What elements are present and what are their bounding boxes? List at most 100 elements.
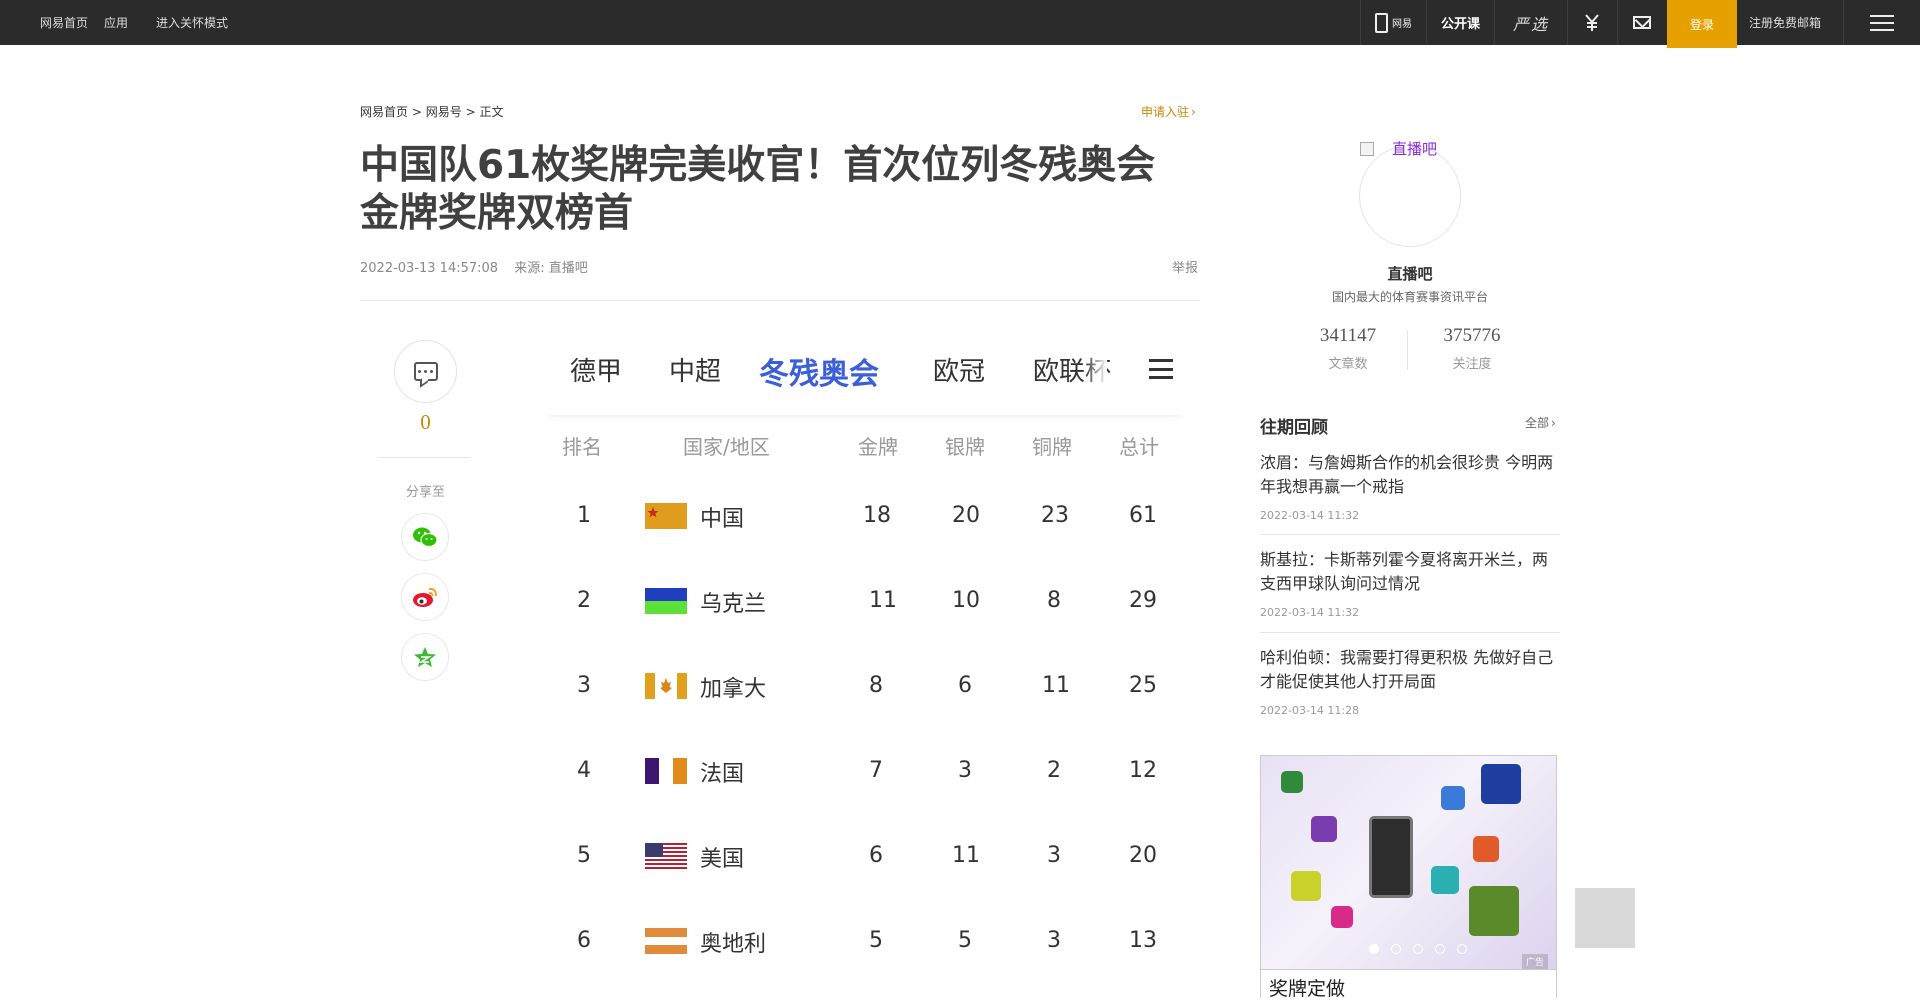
breadcrumb-separator: >: [465, 105, 476, 119]
news-divider: [1260, 632, 1560, 633]
mail-link[interactable]: [1616, 0, 1667, 45]
article-count-stat: 341147 文章数: [1283, 325, 1413, 372]
topbar-right: 网易 公开课 严选 登录 注册免费邮箱: [1359, 0, 1920, 48]
article-datetime: 2022-03-13 14:57:08: [360, 261, 499, 276]
carousel-dot[interactable]: [1391, 944, 1401, 954]
mobile-app-label: 网易: [1391, 19, 1412, 30]
author-avatar-alt[interactable]: 直播吧: [1360, 138, 1437, 159]
login-button[interactable]: 登录: [1666, 0, 1737, 48]
share-qzone-button[interactable]: [401, 633, 449, 681]
article-source[interactable]: 来源: 直播吧: [514, 261, 588, 276]
report-link[interactable]: 举报: [1172, 257, 1198, 276]
rank-cell: 5: [577, 843, 591, 868]
silver-cell: 20: [952, 503, 980, 528]
topbar-apps-link[interactable]: 应用: [104, 14, 128, 31]
yanxuan-label: 严选: [1512, 14, 1549, 34]
news-time: 2022-03-14 11:28: [1260, 704, 1360, 717]
app-icon: [1431, 866, 1459, 894]
article-title: 中国队61枚奖牌完美收官！首次位列冬残奥会金牌奖牌双榜首: [360, 143, 1156, 236]
menu-icon: [1149, 359, 1173, 379]
header-silver: 银牌: [945, 435, 985, 459]
header-total: 总计: [1119, 435, 1159, 459]
rank-cell: 6: [577, 928, 591, 953]
carousel-dot[interactable]: [1369, 944, 1379, 954]
ad-caption[interactable]: 奖牌定做: [1260, 970, 1557, 1000]
app-icon: [1281, 771, 1303, 793]
main-menu-button[interactable]: [1844, 0, 1920, 45]
total-cell: 13: [1129, 928, 1157, 953]
review-all-link[interactable]: 全部 ›: [1525, 414, 1556, 431]
total-cell: 25: [1129, 673, 1157, 698]
tab-ucl: 欧冠: [933, 357, 986, 387]
app-icon: [1331, 906, 1353, 928]
ad-banner[interactable]: 广告: [1260, 755, 1557, 970]
author-avatar[interactable]: [1359, 145, 1461, 247]
share-weibo-button[interactable]: [401, 573, 449, 621]
rank-cell: 1: [577, 503, 591, 528]
table-row: 5 美国 6 11 3 20: [545, 815, 1185, 900]
care-mode-link[interactable]: 进入关怀模式: [156, 14, 228, 31]
gold-cell: 7: [869, 758, 883, 783]
mobile-app-link[interactable]: 网易: [1359, 0, 1426, 45]
usa-flag-icon: [645, 843, 687, 869]
hamburger-icon: [1870, 14, 1894, 31]
yen-icon: [1585, 13, 1600, 31]
carousel-dot[interactable]: [1457, 944, 1467, 954]
comment-button[interactable]: [394, 340, 457, 403]
ukraine-flag-icon: [645, 588, 687, 614]
register-mail-link[interactable]: 注册免费邮箱: [1737, 0, 1844, 45]
bronze-cell: 3: [1047, 843, 1061, 868]
chevron-right-icon: ›: [1191, 105, 1196, 119]
apply-entry-link[interactable]: 申请入驻 ›: [1141, 103, 1196, 120]
comment-count[interactable]: 0: [394, 410, 457, 435]
article-count: 341147: [1319, 325, 1377, 346]
open-course-link[interactable]: 公开课: [1425, 0, 1494, 45]
phone-illustration: [1369, 816, 1413, 898]
canada-flag-icon: [645, 673, 687, 699]
back-to-top-button[interactable]: [1575, 888, 1635, 948]
gold-cell: 11: [869, 588, 897, 613]
carousel-dot[interactable]: [1413, 944, 1423, 954]
share-to-label: 分享至: [405, 485, 445, 500]
total-cell: 12: [1129, 758, 1157, 783]
breadcrumb-current: 正文: [479, 105, 504, 119]
carousel-dot[interactable]: [1435, 944, 1445, 954]
breadcrumb-home[interactable]: 网易首页: [360, 105, 408, 119]
app-icon: [1441, 786, 1465, 810]
ad-label: 广告: [1521, 954, 1548, 969]
mail-icon: [1633, 16, 1652, 29]
carousel-dots[interactable]: [1369, 944, 1467, 954]
weibo-icon: [413, 587, 437, 607]
share-wechat-button[interactable]: [401, 513, 449, 561]
list-item[interactable]: 浓眉：与詹姆斯合作的机会很珍贵 今明两年我想再赢一个戒指 2022-03-14 …: [1260, 451, 1560, 522]
country-cell: 加拿大: [700, 677, 767, 702]
author-name[interactable]: 直播吧: [1260, 263, 1560, 284]
country-cell: 法国: [700, 762, 745, 787]
table-row: 4 法国 7 3 2 12: [545, 730, 1185, 815]
lottery-link[interactable]: [1566, 0, 1617, 45]
chevron-right-icon: ›: [1551, 416, 1556, 430]
table-row: 2 乌克兰 11 10 8 29: [545, 560, 1185, 645]
news-time: 2022-03-14 11:32: [1260, 606, 1360, 619]
open-course-label: 公开课: [1440, 17, 1480, 32]
news-headline[interactable]: 哈利伯顿：我需要打得更积极 先做好自己才能促使其他人打开局面: [1260, 646, 1560, 694]
silver-cell: 6: [958, 673, 972, 698]
country-cell: 奥地利: [700, 932, 767, 957]
list-item[interactable]: 斯基拉：卡斯蒂列霍今夏将离开米兰，两支西甲球队询问过情况 2022-03-14 …: [1260, 548, 1560, 619]
country-cell: 美国: [700, 847, 745, 872]
gold-cell: 5: [869, 928, 883, 953]
table-row: 3 加拿大 8 6 11 25: [545, 645, 1185, 730]
breadcrumb-wangyihao[interactable]: 网易号: [426, 105, 462, 119]
topbar-left: 网易首页 应用 进入关怀模式: [40, 0, 244, 45]
rank-cell: 4: [577, 758, 591, 783]
yanxuan-link[interactable]: 严选: [1493, 0, 1567, 45]
app-icon: [1291, 871, 1321, 901]
header-country: 国家/地区: [683, 435, 770, 459]
follower-stat: 375776 关注度: [1407, 325, 1537, 372]
sports-tab-bar: 德甲 中超 冬残奥会 欧冠 欧联杯: [545, 325, 1185, 415]
list-item[interactable]: 哈利伯顿：我需要打得更积极 先做好自己才能促使其他人打开局面 2022-03-1…: [1260, 646, 1560, 717]
title-divider: [360, 300, 1200, 301]
topbar-home-link[interactable]: 网易首页: [40, 14, 88, 31]
news-headline[interactable]: 斯基拉：卡斯蒂列霍今夏将离开米兰，两支西甲球队询问过情况: [1260, 548, 1560, 596]
news-headline[interactable]: 浓眉：与詹姆斯合作的机会很珍贵 今明两年我想再赢一个戒指: [1260, 451, 1560, 499]
